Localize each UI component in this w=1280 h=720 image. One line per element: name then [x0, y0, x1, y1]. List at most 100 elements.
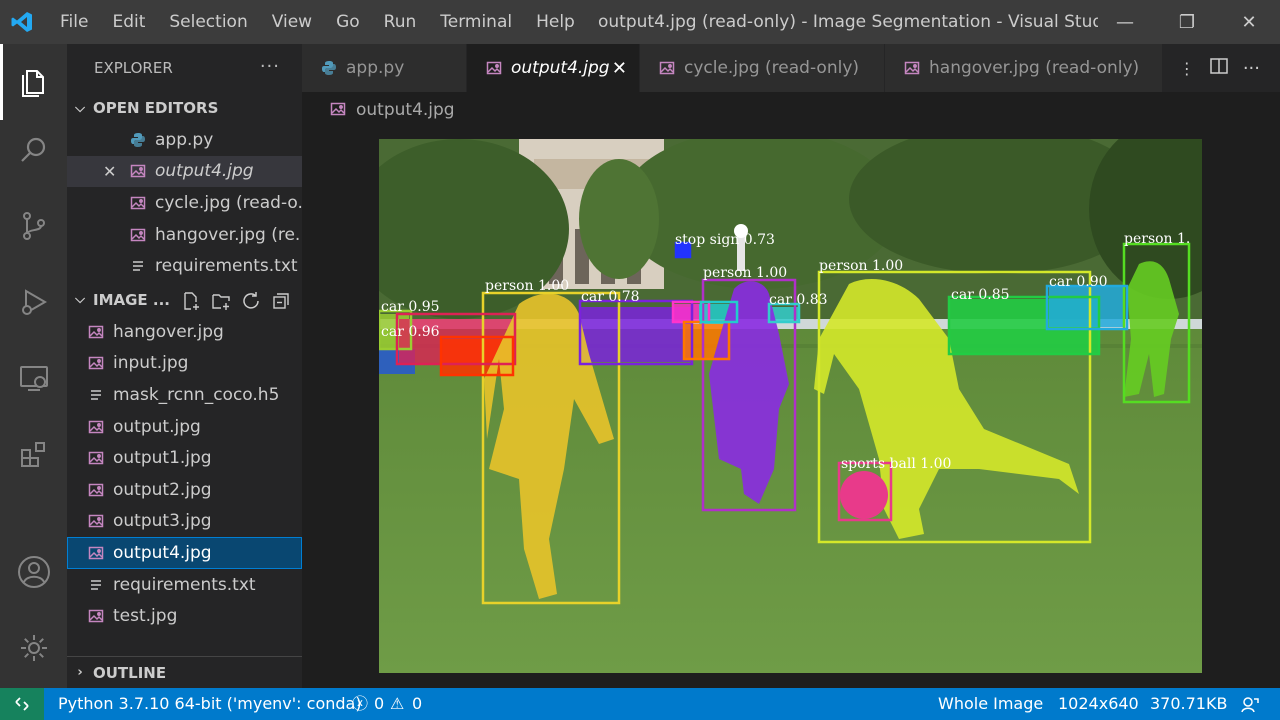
outline-header[interactable]: › OUTLINE: [67, 656, 302, 688]
tab-overflow-icon[interactable]: ⋮: [1179, 59, 1195, 78]
search-icon[interactable]: [0, 112, 67, 188]
image-icon: [87, 418, 105, 436]
tab-cycle[interactable]: cycle.jpg (read-only): [640, 44, 885, 92]
image-icon: [330, 101, 348, 119]
open-editors-title: OPEN EDITORS: [93, 99, 219, 117]
explorer-sidebar: EXPLORER ··· ⌵ OPEN EDITORS app.py ✕ out…: [67, 44, 302, 688]
menu-go[interactable]: Go: [324, 0, 372, 44]
file-label: input.jpg: [113, 353, 189, 374]
open-editors-header[interactable]: ⌵ OPEN EDITORS: [67, 92, 302, 124]
python-icon: [320, 59, 338, 77]
warning-icon[interactable]: ⚠: [390, 688, 404, 720]
file-label: output1.jpg: [113, 448, 212, 469]
open-editor-item[interactable]: cycle.jpg (read-o...: [67, 187, 302, 219]
run-debug-icon[interactable]: [0, 264, 67, 340]
file-item[interactable]: input.jpg: [67, 348, 302, 380]
open-editor-label: output4.jpg: [155, 161, 254, 182]
file-label: output4.jpg: [113, 542, 212, 563]
source-control-icon[interactable]: [0, 188, 67, 264]
file-item[interactable]: output2.jpg: [67, 474, 302, 506]
menu-edit[interactable]: Edit: [100, 0, 157, 44]
detection-label: car 0.78: [581, 289, 640, 305]
python-icon: [129, 131, 147, 149]
minimize-button[interactable]: —: [1094, 0, 1156, 44]
warning-count[interactable]: 0: [412, 688, 422, 720]
detection-label: stop sign 0.73: [675, 232, 775, 248]
file-label: hangover.jpg: [113, 321, 224, 342]
new-file-icon[interactable]: [180, 290, 202, 312]
open-editor-item[interactable]: hangover.jpg (re...: [67, 219, 302, 251]
open-editor-label: cycle.jpg (read-o...: [155, 192, 302, 213]
remote-indicator-icon[interactable]: [0, 688, 44, 720]
account-icon[interactable]: [0, 534, 67, 610]
more-actions-button[interactable]: ···: [260, 56, 280, 77]
file-label: output.jpg: [113, 416, 201, 437]
file-label: output2.jpg: [113, 479, 212, 500]
file-item[interactable]: mask_rcnn_coco.h5: [67, 379, 302, 411]
python-interpreter[interactable]: Python 3.7.10 64-bit ('myenv': conda): [58, 688, 362, 720]
tab-label: app.py: [346, 58, 405, 78]
zoom-mode[interactable]: Whole Image: [938, 688, 1043, 720]
project-folder-title: IMAGE ...: [93, 290, 170, 309]
status-bar: Python 3.7.10 64-bit ('myenv': conda) ⓧ …: [0, 688, 1280, 720]
vscode-logo-icon: [0, 0, 44, 44]
detection-label: car 0.96: [381, 324, 440, 340]
tab-app-py[interactable]: app.py: [302, 44, 467, 92]
error-count[interactable]: 0: [374, 688, 384, 720]
feedback-icon[interactable]: [1240, 688, 1260, 720]
close-tab-icon[interactable]: ✕: [612, 58, 627, 79]
file-item[interactable]: test.jpg: [67, 600, 302, 632]
file-item[interactable]: output1.jpg: [67, 442, 302, 474]
image-icon: [658, 59, 676, 77]
file-item[interactable]: output.jpg: [67, 411, 302, 443]
explorer-icon[interactable]: [0, 44, 67, 120]
settings-gear-icon[interactable]: [0, 610, 67, 686]
open-editor-item[interactable]: app.py: [67, 124, 302, 156]
open-editor-label: requirements.txt: [155, 256, 298, 277]
file-item[interactable]: hangover.jpg: [67, 316, 302, 348]
image-icon: [87, 544, 105, 562]
explorer-title: EXPLORER: [94, 59, 173, 77]
image-preview[interactable]: stop sign 0.73 person 1.00 person 1.00 p…: [379, 139, 1202, 673]
menu-view[interactable]: View: [260, 0, 324, 44]
detection-label: person 1.00: [703, 265, 787, 281]
tab-hangover[interactable]: hangover.jpg (read-only): [885, 44, 1163, 92]
new-folder-icon[interactable]: [210, 290, 232, 312]
more-editor-actions-icon[interactable]: ···: [1243, 58, 1260, 79]
menu-help[interactable]: Help: [524, 0, 587, 44]
menu-bar: File Edit Selection View Go Run Terminal…: [48, 0, 587, 44]
detection-label: person 1.00: [819, 258, 903, 274]
project-folder-header[interactable]: ⌵ IMAGE ...: [67, 284, 302, 316]
extensions-icon[interactable]: [0, 416, 67, 492]
file-item[interactable]: output3.jpg: [67, 506, 302, 538]
detection-label: car 0.83: [769, 292, 828, 308]
close-window-button[interactable]: ✕: [1218, 0, 1280, 44]
close-icon[interactable]: ✕: [103, 162, 121, 181]
breadcrumb[interactable]: output4.jpg: [330, 96, 455, 124]
menu-file[interactable]: File: [48, 0, 100, 44]
open-editor-item[interactable]: ✕ output4.jpg: [67, 155, 302, 188]
detection-label: car 0.95: [381, 299, 440, 315]
tab-output4[interactable]: output4.jpg ✕: [467, 44, 640, 92]
chevron-right-icon: ›: [77, 665, 83, 680]
collapse-all-icon[interactable]: [270, 290, 292, 312]
menu-selection[interactable]: Selection: [157, 0, 259, 44]
menu-terminal[interactable]: Terminal: [428, 0, 524, 44]
menu-run[interactable]: Run: [372, 0, 429, 44]
text-file-icon: [87, 576, 105, 594]
file-item[interactable]: requirements.txt: [67, 569, 302, 601]
refresh-icon[interactable]: [240, 290, 262, 312]
image-icon: [129, 194, 147, 212]
open-editor-item[interactable]: requirements.txt: [67, 250, 302, 282]
split-editor-icon[interactable]: [1209, 56, 1229, 80]
file-item-selected[interactable]: output4.jpg: [67, 537, 302, 569]
image-icon: [87, 449, 105, 467]
image-icon: [129, 226, 147, 244]
image-icon: [903, 59, 921, 77]
text-file-icon: [129, 257, 147, 275]
explorer-header: EXPLORER ···: [67, 44, 302, 92]
restore-button[interactable]: ❐: [1156, 0, 1218, 44]
image-icon: [87, 512, 105, 530]
error-icon[interactable]: ⓧ: [352, 688, 368, 720]
remote-explorer-icon[interactable]: [0, 340, 67, 416]
